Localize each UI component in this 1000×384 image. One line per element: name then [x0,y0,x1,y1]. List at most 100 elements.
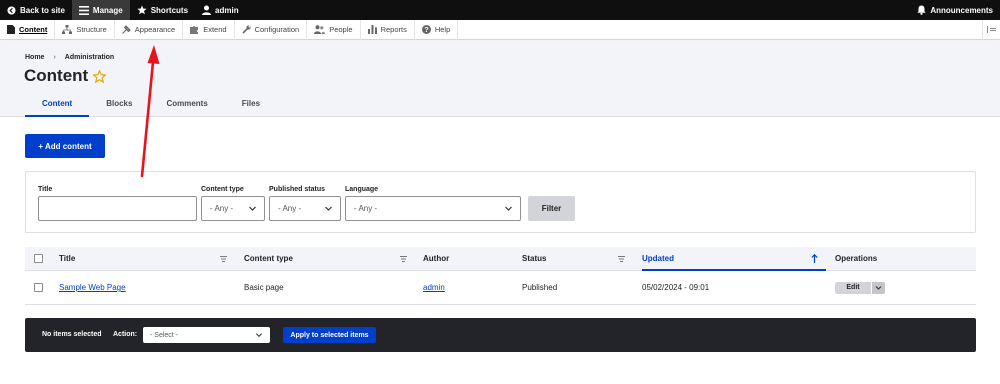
tray-orientation-toggle[interactable] [982,19,1000,40]
structure-icon [62,25,73,34]
sort-icon[interactable] [220,256,227,262]
row-content-type: Basic page [244,283,284,292]
menu-item-help[interactable]: ? Help [415,19,459,40]
menu-item-people[interactable]: People [307,19,361,40]
row-updated: 05/02/2024 - 09:01 [642,283,710,292]
reports-icon [367,25,377,34]
shortcuts-label: Shortcuts [150,5,189,15]
language-select-value: - Any - [354,204,378,213]
row-author-cell: admin [423,271,445,304]
column-operations: Operations [835,254,878,263]
row-checkbox[interactable] [34,283,43,292]
column-status[interactable]: Status [522,247,546,270]
sort-icon[interactable] [400,256,407,262]
published-status-filter-label: Published status [269,186,326,193]
column-author: Author [423,254,450,263]
menu-item-content[interactable]: Content [0,19,56,40]
chevron-down-icon [875,285,882,290]
arrow-left-circle-icon [7,5,16,15]
manage-label: Manage [92,5,123,15]
menu-item-label: Structure [76,25,107,34]
tab-content[interactable]: Content [25,99,90,117]
people-icon [314,25,326,34]
filter-button[interactable]: Filter [528,196,575,221]
menu-item-structure[interactable]: Structure [55,19,115,40]
breadcrumb-separator: › [53,54,56,61]
row-title-cell: Sample Web Page [59,271,126,304]
row-author-link[interactable]: admin [423,283,445,292]
published-status-select[interactable]: - Any - [269,196,341,221]
menu-item-extend[interactable]: Extend [183,19,235,40]
column-updated[interactable]: Updated [642,247,674,270]
title-filter-input[interactable] [38,196,197,221]
content-type-select[interactable]: - Any - [201,196,265,221]
appearance-icon [121,25,131,34]
svg-text:?: ? [424,27,428,34]
table-row: Sample Web Page Basic page admin Publish… [25,271,976,305]
column-title[interactable]: Title [59,247,75,270]
shortcuts-button[interactable]: Shortcuts [130,0,195,20]
edit-button[interactable]: Edit [835,281,871,294]
menu-item-label: Appearance [134,25,176,34]
user-menu-button[interactable]: admin [195,0,246,20]
bell-icon [917,5,927,15]
title-filter-label: Title [38,186,53,193]
configuration-icon [242,25,251,34]
row-operations: Edit [835,271,885,304]
select-all-checkbox[interactable] [34,254,43,263]
sort-ascending-icon[interactable] [811,254,818,263]
content-type-select-value: - Any - [210,204,234,213]
action-label: Action: [113,331,138,338]
selection-count: No items selected [42,331,102,338]
menu-item-reports[interactable]: Reports [361,19,415,40]
shortcut-star-icon[interactable] [93,69,107,83]
tab-blocks[interactable]: Blocks [89,99,149,117]
column-content-type[interactable]: Content type [244,247,293,270]
page-title: Content [24,66,107,86]
published-status-select-value: - Any - [278,204,302,213]
select-all-cell [34,247,43,270]
menu-item-label: Content [19,25,48,34]
filter-form: Title Content type - Any - Published sta… [25,171,976,233]
sort-icon[interactable] [618,256,625,262]
apply-to-selected-button[interactable]: Apply to selected items [283,327,376,343]
add-content-button[interactable]: + Add content [25,134,105,158]
menu-item-label: Reports [380,25,407,34]
manage-button[interactable]: Manage [71,0,130,20]
tab-files[interactable]: Files [225,99,277,117]
page-header: Home › Administration Content Content Bl… [0,41,1000,117]
row-title-link[interactable]: Sample Web Page [59,283,126,292]
breadcrumb-administration[interactable]: Administration [65,54,114,61]
language-filter-label: Language [345,186,379,193]
tab-comments[interactable]: Comments [149,99,224,117]
orientation-toggle-icon [987,26,996,33]
action-select-value: - Select - [150,331,179,339]
menu-item-label: Extend [203,25,227,34]
menu-item-label: Configuration [254,25,300,34]
chevron-down-icon [505,206,512,211]
page-title-text: Content [24,66,89,85]
announcements-button[interactable]: Announcements [910,0,1000,20]
chevron-down-icon [255,333,263,338]
action-select[interactable]: - Select - [143,327,270,343]
admin-menu-tray: Content Structure Appearance Extend Conf… [0,19,1000,40]
menu-item-configuration[interactable]: Configuration [235,19,308,40]
back-to-site-link[interactable]: Back to site [0,0,72,20]
breadcrumb-home[interactable]: Home [25,54,44,61]
chevron-down-icon [249,206,256,211]
back-to-site-label: Back to site [20,5,65,15]
menu-item-label: Help [434,25,451,34]
language-select[interactable]: - Any - [345,196,521,221]
user-label: admin [215,5,239,15]
menu-item-label: People [329,25,353,34]
chevron-down-icon [325,206,332,211]
primary-tabs: Content Blocks Comments Files [25,99,277,117]
admin-toolbar: Back to site Manage Shortcuts admin Anno… [0,0,1000,20]
bulk-actions-bar: No items selected Action: - Select - App… [25,318,976,352]
star-icon [137,5,147,15]
user-icon [202,5,212,15]
operations-toggle[interactable] [871,281,885,294]
content-type-filter-label: Content type [201,186,244,193]
menu-item-appearance[interactable]: Appearance [115,19,184,40]
row-select-cell [34,271,43,304]
